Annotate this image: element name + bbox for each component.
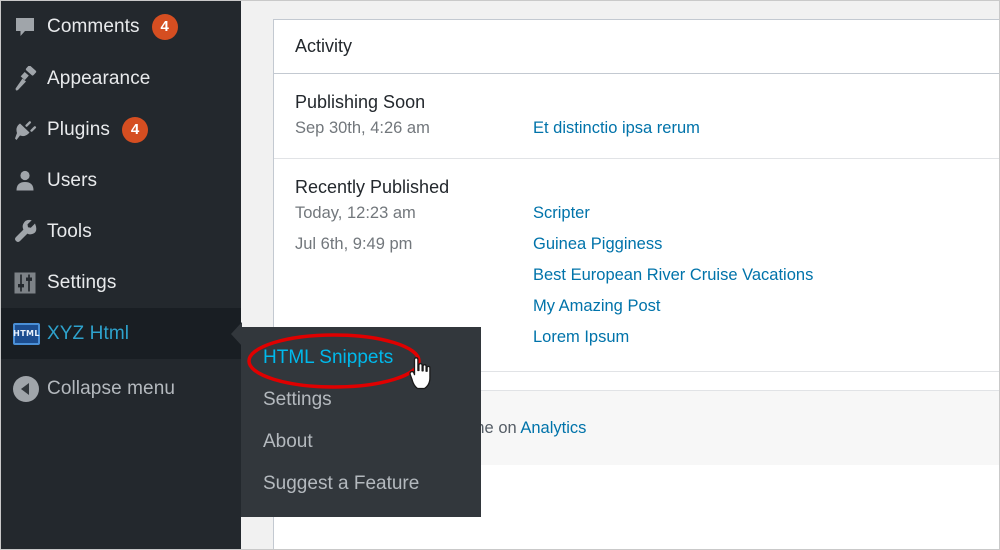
user-icon: [13, 169, 47, 193]
activity-date: Sep 30th, 4:26 am: [295, 119, 430, 137]
comment-icon: [13, 15, 47, 39]
activity-post-link[interactable]: Lorem Ipsum: [533, 328, 629, 347]
activity-post-link[interactable]: Best European River Cruise Vacations: [533, 266, 813, 285]
paintbrush-icon: [13, 65, 47, 92]
sidebar-item-label: Appearance: [47, 67, 151, 89]
sidebar-item-label: Users: [47, 169, 98, 191]
sidebar-item-label: Settings: [47, 271, 117, 293]
sidebar-item-tools[interactable]: Tools: [1, 206, 241, 257]
comment-post-link[interactable]: Analytics: [520, 419, 586, 437]
submenu-item-html-snippets[interactable]: HTML Snippets: [241, 337, 481, 379]
activity-date: Today, 12:23 am: [295, 204, 416, 222]
sidebar-item-xyz-html[interactable]: HTML XYZ Html: [1, 308, 242, 359]
list-item: Best European River Cruise Vacations: [274, 260, 999, 291]
publishing-soon-heading: Publishing Soon: [295, 92, 426, 112]
submenu-item-about[interactable]: About: [241, 421, 481, 463]
activity-post-link[interactable]: My Amazing Post: [533, 297, 660, 316]
sidebar-item-plugins[interactable]: Plugins 4: [1, 104, 241, 155]
wrench-icon: [13, 219, 47, 245]
sliders-icon: [13, 271, 47, 295]
admin-sidebar: Comments 4 Appearance Plugins 4 Users To…: [1, 1, 242, 549]
html-badge-icon: HTML: [13, 322, 47, 345]
submenu-item-suggest-a-feature[interactable]: Suggest a Feature: [241, 463, 481, 505]
sidebar-item-comments[interactable]: Comments 4: [1, 1, 241, 52]
collapse-menu-label: Collapse menu: [47, 377, 176, 399]
collapse-left-icon: [13, 375, 47, 402]
wordpress-admin-screenshot: Activity Publishing Soon Sep 30th, 4:26 …: [0, 0, 1000, 550]
plug-icon: [13, 117, 47, 143]
list-item: Jul 6th, 9:49 pm Guinea Pigginess: [274, 229, 999, 260]
submenu-item-settings[interactable]: Settings: [241, 379, 481, 421]
list-item: Today, 12:23 am Scripter: [274, 198, 999, 229]
xyz-html-submenu: HTML Snippets Settings About Suggest a F…: [241, 327, 481, 517]
sidebar-item-appearance[interactable]: Appearance: [1, 53, 241, 104]
activity-post-link[interactable]: Et distinctio ipsa rerum: [533, 119, 700, 138]
recently-published-heading: Recently Published: [295, 177, 450, 197]
activity-panel-header: Activity: [274, 20, 999, 74]
sidebar-item-label: Comments: [47, 15, 140, 37]
sidebar-item-label: Tools: [47, 220, 92, 242]
sidebar-item-users[interactable]: Users: [1, 155, 241, 206]
list-item: My Amazing Post: [274, 291, 999, 322]
status-badge: 4: [151, 13, 178, 40]
activity-date: Jul 6th, 9:49 pm: [295, 235, 413, 253]
comment-connector: on: [498, 418, 517, 437]
list-item: Sep 30th, 4:26 am Et distinctio ipsa rer…: [274, 113, 999, 144]
panel-title: Activity: [295, 36, 353, 56]
activity-post-link[interactable]: Scripter: [533, 204, 590, 223]
sidebar-item-settings[interactable]: Settings: [1, 257, 241, 308]
collapse-menu-button[interactable]: Collapse menu: [1, 363, 241, 414]
sidebar-item-label: XYZ Html: [47, 322, 130, 344]
sidebar-item-label: Plugins: [47, 118, 111, 140]
activity-post-link[interactable]: Guinea Pigginess: [533, 235, 662, 254]
status-badge: 4: [122, 116, 149, 143]
